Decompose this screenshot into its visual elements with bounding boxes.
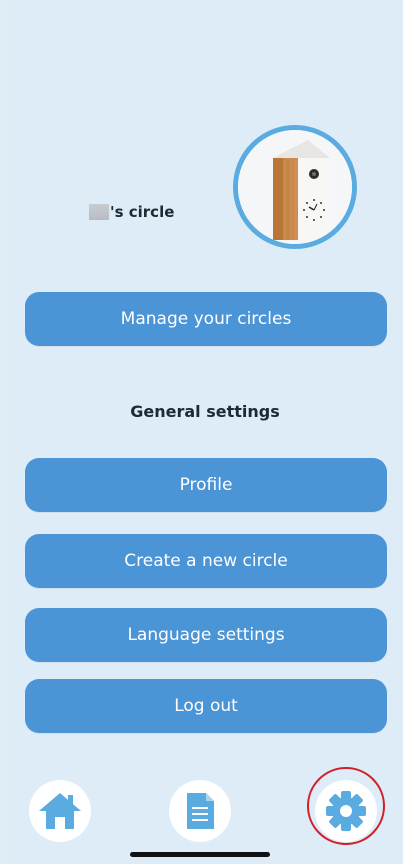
home-icon bbox=[39, 793, 81, 829]
general-settings-heading: General settings bbox=[130, 402, 280, 421]
circle-header: 's circle bbox=[7, 125, 403, 288]
create-circle-button[interactable]: Create a new circle bbox=[25, 534, 387, 588]
bottom-nav bbox=[7, 764, 403, 864]
settings-screen: 's circle Manage your circles General se… bbox=[7, 0, 403, 864]
document-icon bbox=[187, 793, 214, 829]
nav-documents-button[interactable] bbox=[169, 780, 231, 842]
circle-name-suffix: 's circle bbox=[110, 203, 175, 221]
nav-settings-button[interactable] bbox=[315, 780, 377, 842]
circle-name: 's circle bbox=[89, 203, 174, 221]
logout-button[interactable]: Log out bbox=[25, 679, 387, 733]
cuckoo-clock-image bbox=[238, 130, 352, 244]
circle-avatar[interactable] bbox=[233, 125, 357, 249]
home-indicator bbox=[130, 852, 270, 857]
gear-icon bbox=[326, 791, 366, 831]
profile-button[interactable]: Profile bbox=[25, 458, 387, 512]
language-settings-button[interactable]: Language settings bbox=[25, 608, 387, 662]
manage-circles-button[interactable]: Manage your circles bbox=[25, 292, 387, 346]
redacted-user-name bbox=[89, 204, 109, 220]
nav-home-button[interactable] bbox=[29, 780, 91, 842]
